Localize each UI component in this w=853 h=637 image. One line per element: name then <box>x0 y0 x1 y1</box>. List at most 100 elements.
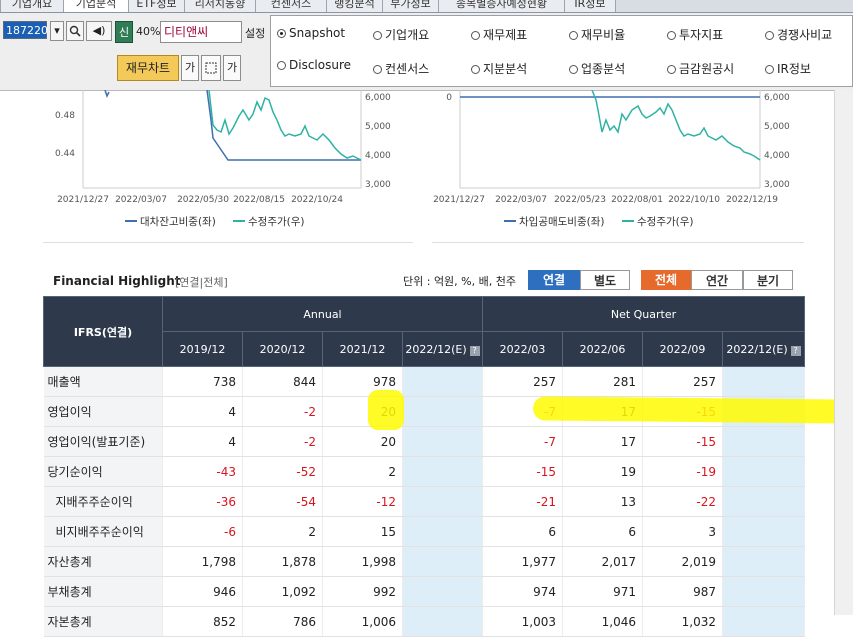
table-cell <box>722 576 805 607</box>
sound-button[interactable]: ◀) <box>86 21 112 41</box>
table-cell: 257 <box>482 366 563 397</box>
radio-disclosure[interactable]: Disclosure <box>277 58 351 72</box>
fit-window-button[interactable] <box>201 55 221 81</box>
tab-capital-increase-schedule[interactable]: 종목별증자예정현황 <box>438 0 565 12</box>
font-size-up-icon: 가 <box>184 61 196 74</box>
row-label: 영업이익(발표기준) <box>43 426 163 457</box>
table-cell: 4 <box>162 396 243 427</box>
y-tick-left: 0.48 <box>55 111 75 121</box>
table-cell <box>402 516 483 547</box>
table-cell: 946 <box>162 576 243 607</box>
table-cell: 1,998 <box>322 546 403 577</box>
table-cell <box>402 426 483 457</box>
column-header: 2022/03 <box>482 331 563 367</box>
radio-ir-info[interactable]: IR정보 <box>765 60 811 77</box>
table-cell: 1,878 <box>242 546 323 577</box>
table-cell: 1,006 <box>322 606 403 637</box>
consolidated-toggle-button[interactable]: 연결 <box>528 270 580 290</box>
radio-competitor-compare[interactable]: 경쟁사비교 <box>765 26 832 43</box>
tab-company-analysis[interactable]: 기업분석 <box>63 0 129 12</box>
radio-icon <box>667 31 676 40</box>
period-quarter-button[interactable]: 분기 <box>743 270 793 290</box>
radio-icon <box>765 65 774 74</box>
y-tick-left: 0.44 <box>55 149 75 159</box>
column-header: 2020/12 <box>242 331 323 367</box>
separate-toggle-button[interactable]: 별도 <box>580 270 630 290</box>
search-button[interactable] <box>66 21 84 41</box>
table-cell: 19 <box>562 456 643 487</box>
company-name-field[interactable]: 디티앤씨 <box>160 21 242 43</box>
radio-financial-ratios[interactable]: 재무비율 <box>569 26 625 43</box>
financial-table-body: 매출액 738 844 978 257 281 257 영업이익 4 -2 20 -7 17 -15 영업이… <box>43 366 805 637</box>
table-cell <box>722 516 805 547</box>
table-cell: -22 <box>642 486 723 517</box>
table-cell: 257 <box>642 366 723 397</box>
x-tick: 2022/08/15 <box>233 195 285 205</box>
table-cell: -6 <box>162 516 243 547</box>
financial-chart-button[interactable]: 재무차트 <box>117 55 179 81</box>
x-tick: 2022/08/01 <box>611 195 663 205</box>
tab-ir-info[interactable]: IR정보 <box>564 0 616 12</box>
x-tick: 2022/10/24 <box>291 195 343 205</box>
tab-additional-info[interactable]: 부가정보 <box>382 0 439 12</box>
radio-industry-analysis[interactable]: 업종분석 <box>569 60 625 77</box>
table-cell <box>722 606 805 637</box>
tab-etf-info[interactable]: ETF정보 <box>128 0 185 12</box>
speaker-icon: ◀) <box>92 24 106 37</box>
tab-ranking-analysis[interactable]: 랭킹분석 <box>326 0 383 12</box>
vertical-scrollbar[interactable] <box>834 90 853 615</box>
table-row: 부채총계 946 1,092 992 974 971 987 <box>43 576 805 607</box>
help-icon[interactable]: ? <box>790 345 801 356</box>
radio-financial-statements[interactable]: 재무제표 <box>471 26 527 43</box>
period-all-button[interactable]: 전체 <box>641 270 691 290</box>
row-label: 영업이익 <box>43 396 163 427</box>
y-tick-right: 4,000 <box>764 151 790 161</box>
table-cell: 1,032 <box>642 606 723 637</box>
column-header-estimate: 2022/12(E)? <box>722 331 805 367</box>
table-cell: 971 <box>562 576 643 607</box>
table-row: 영업이익 4 -2 20 -7 17 -15 <box>43 396 805 427</box>
table-cell: -19 <box>642 456 723 487</box>
radio-icon <box>277 61 286 70</box>
tab-consensus[interactable]: 컨센서스 <box>255 0 327 12</box>
table-cell <box>722 486 805 517</box>
radio-investment-indicators[interactable]: 투자지표 <box>667 26 723 43</box>
stock-code-input[interactable]: 187220 <box>3 21 48 39</box>
font-decrease-button[interactable]: 가 <box>223 55 241 81</box>
help-icon[interactable]: ? <box>469 345 480 356</box>
unit-label: 단위 : 억원, %, 배, 천주 <box>403 275 516 288</box>
font-size-down-icon: 가 <box>226 61 238 74</box>
table-cell: 15 <box>322 516 403 547</box>
table-cell: 2 <box>242 516 323 547</box>
code-dropdown-button[interactable]: ▾ <box>50 21 64 41</box>
radio-fss-disclosure[interactable]: 금감원공시 <box>667 60 734 77</box>
table-cell <box>402 546 483 577</box>
radio-snapshot[interactable]: Snapshot <box>277 26 345 40</box>
table-cell: 978 <box>322 366 403 397</box>
radio-shareholding-analysis[interactable]: 지분분석 <box>471 60 527 77</box>
table-cell: -43 <box>162 456 243 487</box>
header-net-quarter: Net Quarter <box>482 296 805 332</box>
series-adjusted-price-line <box>591 89 761 161</box>
table-cell: -2 <box>242 426 323 457</box>
y-tick-right: 3,000 <box>365 180 391 190</box>
radio-icon <box>373 65 382 74</box>
table-cell: -54 <box>242 486 323 517</box>
tab-company-overview[interactable]: 기업개요 <box>0 0 64 12</box>
table-cell: 1,003 <box>482 606 563 637</box>
radio-consensus[interactable]: 컨센서스 <box>373 60 429 77</box>
x-tick: 2021/12/27 <box>57 195 109 205</box>
radio-icon <box>765 31 774 40</box>
column-header: 2021/12 <box>322 331 403 367</box>
tab-research-trend[interactable]: 리서치동향 <box>184 0 256 12</box>
settings-label[interactable]: 설정 <box>245 25 265 41</box>
radio-company-overview[interactable]: 기업개요 <box>373 26 429 43</box>
radio-selected-icon <box>277 29 286 38</box>
financial-highlight-subtitle: [연결|전체] <box>175 276 228 289</box>
table-cell: -15 <box>642 396 723 427</box>
table-cell: 1,046 <box>562 606 643 637</box>
table-cell: 17 <box>562 426 643 457</box>
font-increase-button[interactable]: 가 <box>181 55 199 81</box>
period-annual-button[interactable]: 연간 <box>691 270 743 290</box>
table-cell: -2 <box>242 396 323 427</box>
